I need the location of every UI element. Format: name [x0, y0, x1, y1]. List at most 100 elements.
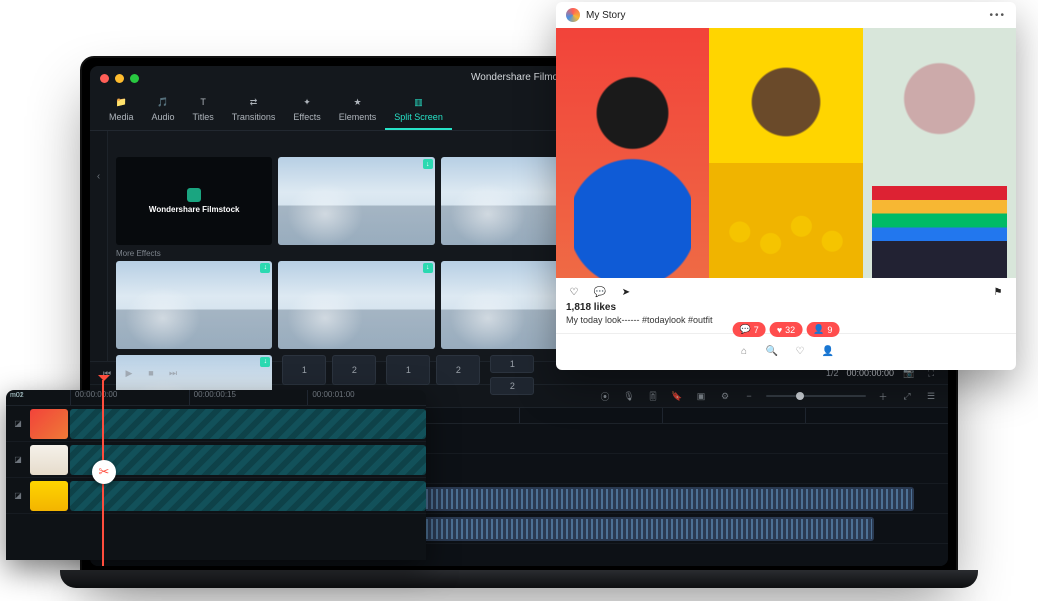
- filmstock-card[interactable]: Wondershare Filmstock: [116, 157, 272, 245]
- audio-clip[interactable]: ♪ label: [394, 487, 914, 511]
- track-toggle-icon[interactable]: ◪: [6, 491, 30, 500]
- tab-elements[interactable]: ★ Elements: [330, 91, 386, 130]
- split-screen-icon: ▥: [412, 95, 426, 109]
- mini-clip[interactable]: [70, 445, 426, 475]
- audio-icon: 🎵: [156, 95, 170, 109]
- stop-icon[interactable]: ■: [144, 366, 158, 380]
- mini-timeline-panel: 00:00:00:00 00:00:00:15 00:00:01:00 ✂ ◪ …: [6, 390, 426, 560]
- window-controls[interactable]: [100, 74, 139, 83]
- search-icon[interactable]: 🔍: [763, 342, 781, 360]
- mic-icon[interactable]: 🎙: [622, 389, 636, 403]
- layout-1-over-2[interactable]: 1 2: [490, 355, 534, 395]
- folder-icon: 📁: [114, 95, 128, 109]
- chevron-left-icon[interactable]: ‹: [90, 171, 107, 182]
- marker-icon[interactable]: 🔖: [670, 389, 684, 403]
- share-icon[interactable]: ➤: [618, 284, 634, 300]
- mini-track[interactable]: ◪ m01: [6, 478, 426, 514]
- template-thumb[interactable]: ↓: [116, 261, 272, 349]
- filmstock-label: Wondershare Filmstock: [149, 205, 240, 214]
- download-icon: ↓: [260, 263, 270, 273]
- layout-cell: 1: [490, 355, 534, 373]
- zoom-slider[interactable]: [766, 395, 866, 397]
- minimize-icon[interactable]: [115, 74, 124, 83]
- heart-icon[interactable]: ♡: [566, 284, 582, 300]
- clip-thumb[interactable]: [30, 409, 68, 439]
- effects-icon: ✦: [300, 95, 314, 109]
- record-icon[interactable]: ⦿: [598, 389, 612, 403]
- media-pane: [709, 28, 862, 278]
- download-icon: ↓: [423, 159, 433, 169]
- mini-clip[interactable]: m02: [70, 409, 426, 439]
- tab-split-screen[interactable]: ▥ Split Screen: [385, 91, 452, 130]
- play-icon[interactable]: ▶: [122, 366, 136, 380]
- avatar[interactable]: [566, 8, 580, 22]
- users-pill[interactable]: 👤 9: [806, 322, 839, 337]
- social-media: [556, 28, 1016, 278]
- mini-clip[interactable]: m01: [70, 481, 426, 511]
- clip-thumb[interactable]: [30, 481, 68, 511]
- filmstock-logo-icon: [187, 188, 201, 202]
- heart-icon[interactable]: ♡: [791, 342, 809, 360]
- mini-track[interactable]: ◪: [6, 442, 426, 478]
- zoom-in-icon[interactable]: ＋: [876, 389, 890, 403]
- layout-cell: 1: [282, 355, 326, 385]
- bookmark-icon[interactable]: ⚑: [990, 284, 1006, 300]
- ruler-mark: 00:00:00:00: [70, 390, 189, 405]
- comments-pill[interactable]: 💬 7: [733, 322, 766, 337]
- mini-track[interactable]: ◪ m02: [6, 406, 426, 442]
- layout-1-2[interactable]: 1 2: [386, 355, 480, 385]
- track-toggle-icon[interactable]: ◪: [6, 455, 30, 464]
- crop-icon[interactable]: ▣: [694, 389, 708, 403]
- close-icon[interactable]: [100, 74, 109, 83]
- layout-cell: 1: [386, 355, 430, 385]
- person-graphic: [574, 58, 691, 278]
- clip-label: m01: [10, 392, 24, 399]
- layout-cell: 2: [332, 355, 376, 385]
- ruler-mark: 00:00:00:15: [189, 390, 308, 405]
- social-card: My Story ••• ♡ 💬 ➤ ⚑ 1,818 likes My toda…: [556, 2, 1016, 370]
- clip-thumb[interactable]: [30, 445, 68, 475]
- fit-icon[interactable]: ⤢: [900, 389, 914, 403]
- tab-label: Elements: [339, 112, 377, 122]
- flowers-graphic: [709, 163, 862, 278]
- tab-label: Media: [109, 112, 134, 122]
- home-icon[interactable]: ⌂: [735, 342, 753, 360]
- engage-bar: 💬 7 ♥ 32 👤 9 ⌂ 🔍 ♡ 👤: [556, 333, 1016, 370]
- next-frame-icon[interactable]: ⏭: [166, 366, 180, 380]
- elements-icon: ★: [351, 95, 365, 109]
- template-thumb[interactable]: ↓: [278, 157, 434, 245]
- profile-icon[interactable]: 👤: [819, 342, 837, 360]
- comment-icon[interactable]: 💬: [592, 284, 608, 300]
- mini-ruler[interactable]: 00:00:00:00 00:00:00:15 00:00:01:00: [6, 390, 426, 406]
- person-graphic: [872, 48, 1007, 278]
- tab-label: Audio: [152, 112, 175, 122]
- pill-count: 32: [785, 325, 795, 335]
- tab-label: Split Screen: [394, 112, 443, 122]
- template-thumb[interactable]: ↓: [278, 261, 434, 349]
- more-icon[interactable]: •••: [989, 10, 1006, 21]
- maximize-icon[interactable]: [130, 74, 139, 83]
- zoom-out-icon[interactable]: −: [742, 389, 756, 403]
- scissors-icon[interactable]: ✂: [92, 460, 116, 484]
- tab-transitions[interactable]: ⇄Transitions: [223, 91, 285, 130]
- ruler-mark: 00:00:01:00: [307, 390, 426, 405]
- tab-audio[interactable]: 🎵 Audio: [143, 91, 184, 130]
- laptop-base: [60, 570, 978, 588]
- track-toggle-icon[interactable]: ◪: [6, 419, 30, 428]
- layout-cell: 2: [436, 355, 480, 385]
- tab-titles[interactable]: TTitles: [184, 91, 223, 130]
- tab-media[interactable]: 📁 Media: [100, 91, 143, 130]
- media-pane: [863, 28, 1016, 278]
- track-manager-icon[interactable]: ☰: [924, 389, 938, 403]
- pill-count: 7: [754, 325, 759, 335]
- mixer-icon[interactable]: 🎚: [646, 389, 660, 403]
- render-icon[interactable]: ⚙: [718, 389, 732, 403]
- pill-count: 9: [827, 325, 832, 335]
- tab-effects[interactable]: ✦ Effects: [284, 91, 329, 130]
- layout-1-2[interactable]: 1 2: [282, 355, 376, 385]
- layout-cell: 2: [490, 377, 534, 395]
- likes-pill[interactable]: ♥ 32: [770, 322, 802, 337]
- sidebar-left[interactable]: ‹: [90, 131, 108, 361]
- social-actions: ♡ 💬 ➤ ⚑: [556, 278, 1016, 302]
- tab-label: Effects: [293, 112, 320, 122]
